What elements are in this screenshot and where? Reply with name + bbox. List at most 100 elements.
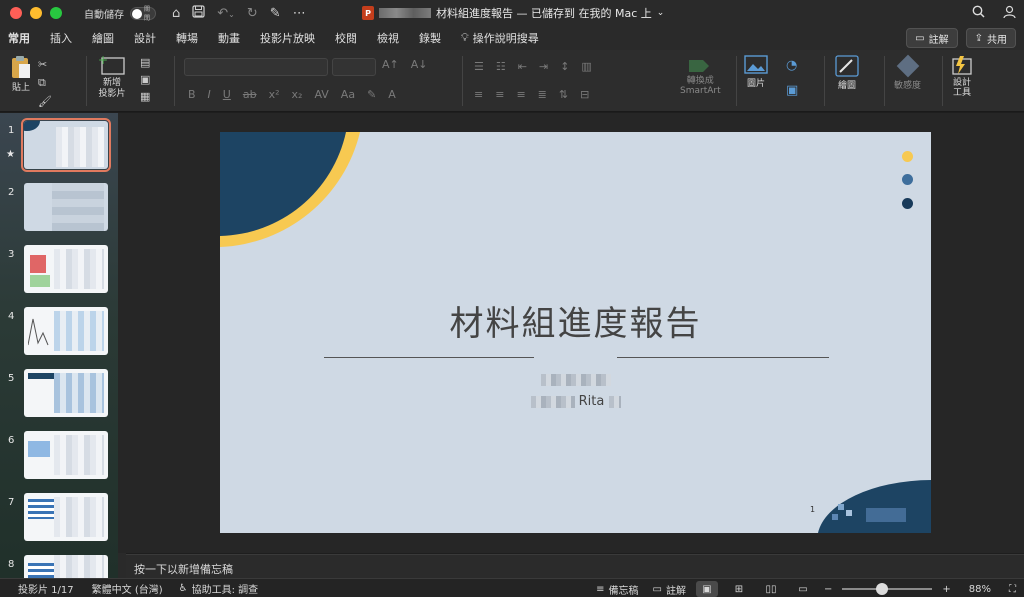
thumbnail-row-2[interactable]: 2 (0, 183, 118, 243)
bullets-icon[interactable]: ☰ (474, 60, 484, 73)
sensitivity-button[interactable]: 敏感度 (894, 54, 921, 91)
bold-icon[interactable]: B (188, 88, 196, 101)
paste-button[interactable]: 貼上 (10, 54, 32, 93)
thumbnail-row-3[interactable]: 3 (0, 245, 118, 305)
tab-review[interactable]: 校閱 (335, 27, 357, 49)
fit-to-window-icon[interactable]: ⛶ (1009, 584, 1016, 595)
new-slide-button[interactable]: + 新增 投影片 (98, 54, 126, 100)
decrease-font-icon[interactable]: A↓ (411, 58, 428, 71)
align-right-icon[interactable]: ≡ (516, 88, 525, 101)
zoom-level[interactable]: 88% (969, 584, 991, 595)
tab-draw[interactable]: 繪圖 (92, 27, 114, 49)
line-spacing-icon[interactable]: ↕ (560, 60, 569, 73)
tell-me[interactable]: 💡︎ 操作說明搜尋 (461, 27, 539, 49)
reset-icon[interactable]: ▣ (140, 73, 150, 86)
slide-thumbnails-panel[interactable]: 1 ★ 2 3 4 5 6 7 8 (0, 113, 118, 578)
close-window-button[interactable] (10, 7, 22, 19)
thumbnail-row-7[interactable]: 7 (0, 493, 118, 553)
slide-thumbnail[interactable] (24, 555, 108, 578)
increase-font-icon[interactable]: A↑ (382, 58, 399, 71)
char-spacing-icon[interactable]: AV (314, 88, 328, 101)
tab-design[interactable]: 設計 (134, 27, 156, 49)
tab-view[interactable]: 檢視 (377, 27, 399, 49)
slideshow-button[interactable]: ▭ (792, 581, 814, 597)
tab-animations[interactable]: 動畫 (218, 27, 240, 49)
thumbnail-row-5[interactable]: 5 (0, 369, 118, 429)
convert-smartart-button[interactable]: 轉換成 SmartArt (680, 56, 721, 96)
layout-icon[interactable]: ▤ (140, 56, 150, 69)
accessibility-status[interactable]: ♿︎ 協助工具: 調查 (179, 581, 259, 596)
font-size-combo[interactable] (332, 58, 376, 76)
slide-thumbnail[interactable] (24, 431, 108, 479)
format-painter-icon[interactable]: 🖌︎ (38, 95, 52, 108)
tab-insert[interactable]: 插入 (50, 27, 72, 49)
textbox-icon[interactable]: ▣ (786, 83, 798, 98)
subtitle-line-1[interactable] (220, 372, 931, 387)
notes-pane[interactable]: 按一下以新增備忘稿 (126, 554, 1024, 578)
search-icon[interactable] (972, 5, 985, 23)
decrease-indent-icon[interactable]: ⇤ (518, 60, 527, 73)
slide-thumbnail[interactable] (21, 118, 111, 172)
slide-thumbnail[interactable] (24, 369, 108, 417)
document-title[interactable]: P 材料組進度報告 — 已儲存到 在我的 Mac 上 ⌄ (362, 5, 664, 21)
edit-icon[interactable]: ✎ (270, 6, 281, 21)
thumbnail-row-6[interactable]: 6 (0, 431, 118, 491)
tab-home[interactable]: 常用 (8, 27, 30, 53)
numbering-icon[interactable]: ☷ (496, 60, 506, 73)
tab-record[interactable]: 錄製 (419, 27, 441, 49)
align-center-icon[interactable]: ≡ (495, 88, 504, 101)
align-left-icon[interactable]: ≡ (474, 88, 483, 101)
zoom-window-button[interactable] (50, 7, 62, 19)
zoom-in-button[interactable]: + (942, 584, 950, 595)
strikethrough-icon[interactable]: ab (243, 88, 257, 101)
save-icon[interactable] (192, 4, 205, 22)
designer-button[interactable]: 設計 工具 (950, 54, 974, 98)
zoom-out-button[interactable]: − (824, 584, 832, 595)
slide-thumbnail[interactable] (24, 307, 108, 355)
undo-icon[interactable]: ↶⌄ (217, 6, 235, 21)
shapes-icon[interactable]: ◔ (786, 58, 798, 73)
autosave-toggle[interactable]: 關閉 (130, 6, 156, 22)
share-button[interactable]: ⇪ 共用 (965, 28, 1016, 48)
change-case-icon[interactable]: Aa (341, 88, 355, 101)
increase-indent-icon[interactable]: ⇥ (539, 60, 548, 73)
subscript-icon[interactable]: x₂ (292, 88, 303, 101)
thumbnail-row-1[interactable]: 1 ★ (0, 118, 118, 181)
columns-icon[interactable]: ▥ (581, 60, 591, 73)
align-text-icon[interactable]: ⊟ (580, 88, 589, 101)
language-indicator[interactable]: 繁體中文 (台灣) (92, 581, 163, 596)
section-icon[interactable]: ▦ (140, 90, 150, 103)
superscript-icon[interactable]: x² (269, 88, 280, 101)
current-slide[interactable]: 材料組進度報告 Rita 1 (220, 132, 931, 533)
slide-title[interactable]: 材料組進度報告 (220, 296, 931, 345)
zoom-slider-knob[interactable] (876, 583, 889, 595)
font-name-combo[interactable] (184, 58, 328, 76)
slide-thumbnail[interactable] (24, 183, 108, 231)
subtitle-line-2[interactable]: Rita (220, 394, 931, 409)
account-icon[interactable] (1003, 5, 1016, 23)
slide-sorter-button[interactable]: ⊞ (728, 581, 750, 597)
comments-status-button[interactable]: ▭ 註解 (653, 582, 686, 597)
comments-button[interactable]: ▭ 註解 (906, 28, 958, 48)
tab-slideshow[interactable]: 投影片放映 (260, 27, 315, 49)
italic-icon[interactable]: I (208, 88, 211, 101)
home-icon[interactable]: ⌂ (172, 6, 180, 21)
more-icon[interactable]: ⋯ (293, 6, 306, 21)
normal-view-button[interactable]: ▣ (695, 581, 718, 597)
thumbnail-row-8[interactable]: 8 (0, 555, 118, 578)
thumbnail-row-4[interactable]: 4 (0, 307, 118, 367)
notes-button[interactable]: ≡ 備忘稿 (596, 582, 638, 597)
font-color-icon[interactable]: A (388, 88, 396, 101)
pictures-button[interactable]: 圖片 (744, 54, 768, 89)
slide-thumbnail[interactable] (24, 493, 108, 541)
copy-icon[interactable]: ⧉ (38, 76, 52, 90)
highlight-icon[interactable]: ✎ (367, 88, 376, 101)
tab-transitions[interactable]: 轉場 (176, 27, 198, 49)
underline-icon[interactable]: U (223, 88, 231, 101)
reading-view-button[interactable]: ▯▯ (760, 581, 782, 597)
zoom-slider[interactable] (842, 583, 933, 595)
text-direction-icon[interactable]: ⇅ (559, 88, 568, 101)
minimize-window-button[interactable] (30, 7, 42, 19)
cut-icon[interactable]: ✂ (38, 58, 52, 71)
justify-icon[interactable]: ≣ (538, 88, 547, 101)
